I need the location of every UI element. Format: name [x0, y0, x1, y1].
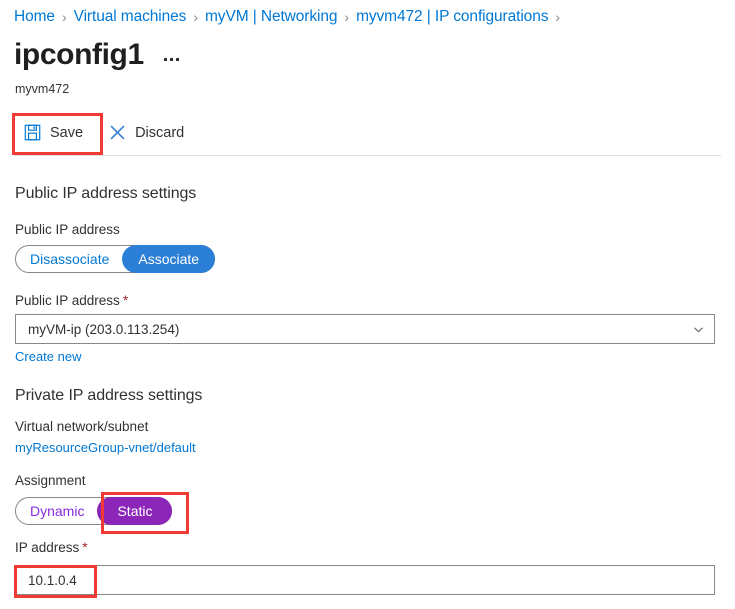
discard-button-label: Discard	[135, 124, 185, 141]
toolbar-divider	[14, 155, 721, 156]
breadcrumb-separator-icon: ›	[344, 9, 350, 25]
ip-address-label: IP address *	[15, 539, 88, 555]
save-button-label: Save	[50, 124, 84, 141]
breadcrumb-item-ip-configurations[interactable]: myvm472 | IP configurations	[356, 8, 548, 26]
discard-button[interactable]: Discard	[99, 118, 194, 147]
public-ip-dropdown-value: myVM-ip (203.0.113.254)	[28, 321, 180, 337]
breadcrumb-separator-icon: ›	[555, 9, 561, 25]
save-floppy-icon	[24, 124, 41, 141]
save-button[interactable]: Save	[14, 118, 93, 147]
breadcrumb-item-myvm-networking[interactable]: myVM | Networking	[205, 8, 337, 26]
toggle-option-disassociate[interactable]: Disassociate	[16, 246, 123, 272]
ip-address-input[interactable]	[15, 565, 715, 595]
chevron-down-icon	[692, 323, 705, 336]
breadcrumb: Home › Virtual machines › myVM | Network…	[14, 8, 567, 26]
ip-address-label-text: IP address	[15, 540, 80, 555]
public-ip-dropdown-label-text: Public IP address	[15, 293, 120, 308]
assignment-toggle[interactable]: Dynamic Static	[15, 497, 173, 525]
breadcrumb-item-home[interactable]: Home	[14, 8, 55, 26]
breadcrumb-separator-icon: ›	[193, 9, 198, 25]
breadcrumb-separator-icon: ›	[61, 9, 67, 25]
page-subtitle: myvm472	[15, 82, 70, 96]
breadcrumb-item-virtual-machines[interactable]: Virtual machines	[74, 8, 187, 26]
vnet-subnet-link[interactable]: myResourceGroup-vnet/default	[15, 440, 196, 455]
vnet-subnet-label: Virtual network/subnet	[15, 419, 149, 434]
close-x-icon	[109, 124, 126, 141]
more-options-icon[interactable]	[162, 54, 181, 65]
toggle-option-dynamic[interactable]: Dynamic	[16, 498, 98, 524]
page-title: ipconfig1	[14, 38, 144, 71]
required-asterisk: *	[122, 292, 129, 308]
required-asterisk: *	[82, 539, 88, 555]
page-title-row: ipconfig1	[14, 40, 181, 70]
command-bar: Save Discard	[14, 118, 194, 147]
private-ip-section-heading: Private IP address settings	[15, 387, 203, 404]
public-ip-section-heading: Public IP address settings	[15, 185, 197, 202]
public-ip-toggle-label: Public IP address	[15, 222, 120, 237]
create-new-public-ip-link[interactable]: Create new	[15, 349, 81, 364]
public-ip-dropdown[interactable]: myVM-ip (203.0.113.254)	[15, 314, 715, 344]
toggle-option-static[interactable]: Static	[97, 497, 173, 525]
public-ip-association-toggle[interactable]: Disassociate Associate	[15, 245, 216, 273]
assignment-label: Assignment	[15, 473, 86, 488]
public-ip-dropdown-label: Public IP address *	[15, 292, 128, 308]
toggle-option-associate[interactable]: Associate	[122, 245, 216, 273]
